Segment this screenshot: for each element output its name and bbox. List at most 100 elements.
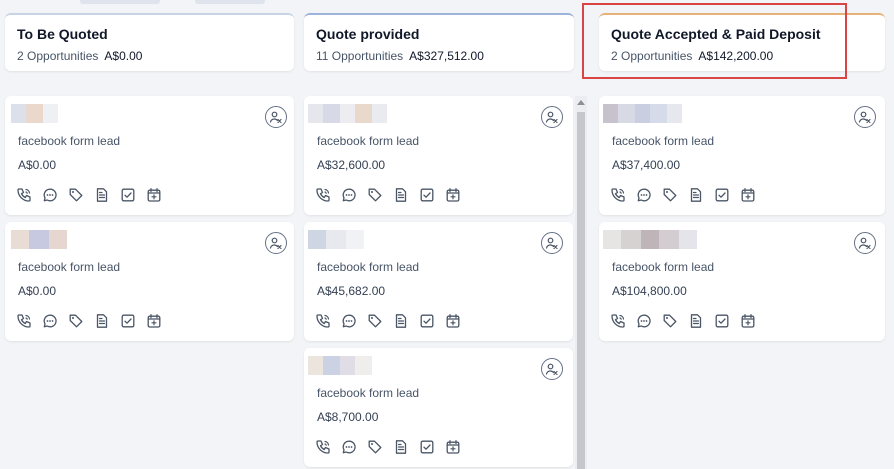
- opportunity-card[interactable]: facebook form lead A$8,700.00: [304, 348, 573, 467]
- column-total-amount: A$0.00: [104, 49, 143, 63]
- calendar-add-icon[interactable]: [740, 187, 756, 203]
- document-icon[interactable]: [393, 439, 409, 455]
- message-icon[interactable]: [636, 313, 652, 329]
- card-action-bar: [16, 313, 162, 329]
- opportunity-card[interactable]: facebook form lead A$0.00: [5, 96, 294, 215]
- opportunity-value: A$8,700.00: [317, 410, 379, 424]
- contact-name-redacted[interactable]: [308, 230, 364, 249]
- phone-icon[interactable]: [610, 313, 626, 329]
- assign-user-icon[interactable]: [541, 358, 563, 380]
- task-icon[interactable]: [714, 313, 730, 329]
- column-title: Quote Accepted & Paid Deposit: [611, 26, 821, 42]
- tag-icon[interactable]: [68, 187, 84, 203]
- tag-icon[interactable]: [662, 187, 678, 203]
- top-bar-edge-right: [195, 0, 265, 4]
- task-icon[interactable]: [419, 439, 435, 455]
- calendar-add-icon[interactable]: [146, 313, 162, 329]
- contact-name-redacted[interactable]: [603, 104, 682, 123]
- lead-source: facebook form lead: [18, 134, 121, 148]
- lead-source: facebook form lead: [612, 134, 715, 148]
- tag-icon[interactable]: [662, 313, 678, 329]
- task-icon[interactable]: [419, 313, 435, 329]
- contact-name-redacted[interactable]: [11, 230, 67, 249]
- opportunity-value: A$104,800.00: [612, 284, 687, 298]
- assign-user-icon[interactable]: [854, 106, 876, 128]
- column-opportunity-count: 2 Opportunities: [611, 49, 693, 63]
- contact-name-redacted[interactable]: [308, 356, 372, 375]
- card-action-bar: [610, 187, 756, 203]
- column-header-quote-accepted[interactable]: Quote Accepted & Paid Deposit 2 Opportun…: [599, 13, 885, 71]
- message-icon[interactable]: [341, 439, 357, 455]
- task-icon[interactable]: [120, 313, 136, 329]
- column-header-to-be-quoted[interactable]: To Be Quoted 2 Opportunities A$0.00: [5, 13, 294, 71]
- card-action-bar: [315, 313, 461, 329]
- scrollbar-thumb[interactable]: [577, 112, 585, 469]
- message-icon[interactable]: [341, 187, 357, 203]
- column-total-amount: A$142,200.00: [698, 49, 774, 63]
- column-header-quote-provided[interactable]: Quote provided 11 Opportunities A$327,512…: [304, 13, 574, 71]
- top-bar-edge-left: [80, 0, 160, 4]
- column-opportunity-count: 2 Opportunities: [17, 49, 99, 63]
- opportunity-value: A$32,600.00: [317, 158, 386, 172]
- contact-name-redacted[interactable]: [308, 104, 387, 123]
- opportunity-card[interactable]: facebook form lead A$37,400.00: [599, 96, 885, 215]
- document-icon[interactable]: [688, 187, 704, 203]
- opportunity-value: A$37,400.00: [612, 158, 681, 172]
- phone-icon[interactable]: [16, 187, 32, 203]
- opportunity-value: A$0.00: [18, 158, 57, 172]
- card-action-bar: [16, 187, 162, 203]
- card-action-bar: [610, 313, 756, 329]
- phone-icon[interactable]: [315, 439, 331, 455]
- column-scrollbar[interactable]: [575, 96, 587, 469]
- scroll-up-arrow-icon[interactable]: [577, 100, 585, 105]
- tag-icon[interactable]: [367, 187, 383, 203]
- card-action-bar: [315, 187, 461, 203]
- tag-icon[interactable]: [367, 313, 383, 329]
- opportunity-card[interactable]: facebook form lead A$45,682.00: [304, 222, 573, 341]
- document-icon[interactable]: [393, 187, 409, 203]
- opportunity-card[interactable]: facebook form lead A$0.00: [5, 222, 294, 341]
- assign-user-icon[interactable]: [541, 106, 563, 128]
- assign-user-icon[interactable]: [265, 232, 287, 254]
- calendar-add-icon[interactable]: [445, 439, 461, 455]
- message-icon[interactable]: [42, 313, 58, 329]
- phone-icon[interactable]: [16, 313, 32, 329]
- phone-icon[interactable]: [315, 313, 331, 329]
- lead-source: facebook form lead: [612, 260, 715, 274]
- opportunity-card[interactable]: facebook form lead A$104,800.00: [599, 222, 885, 341]
- calendar-add-icon[interactable]: [146, 187, 162, 203]
- lead-source: facebook form lead: [18, 260, 121, 274]
- tag-icon[interactable]: [367, 439, 383, 455]
- phone-icon[interactable]: [315, 187, 331, 203]
- column-title: To Be Quoted: [17, 26, 108, 42]
- assign-user-icon[interactable]: [541, 232, 563, 254]
- contact-name-redacted[interactable]: [11, 104, 58, 123]
- document-icon[interactable]: [688, 313, 704, 329]
- document-icon[interactable]: [393, 313, 409, 329]
- lead-source: facebook form lead: [317, 134, 420, 148]
- opportunity-card[interactable]: facebook form lead A$32,600.00: [304, 96, 573, 215]
- calendar-add-icon[interactable]: [445, 187, 461, 203]
- tag-icon[interactable]: [68, 313, 84, 329]
- task-icon[interactable]: [419, 187, 435, 203]
- column-total-amount: A$327,512.00: [409, 49, 484, 63]
- lead-source: facebook form lead: [317, 260, 420, 274]
- assign-user-icon[interactable]: [854, 232, 876, 254]
- card-action-bar: [315, 439, 461, 455]
- column-opportunity-count: 11 Opportunities: [316, 49, 404, 63]
- phone-icon[interactable]: [610, 187, 626, 203]
- contact-name-redacted[interactable]: [603, 230, 697, 249]
- calendar-add-icon[interactable]: [445, 313, 461, 329]
- opportunity-value: A$45,682.00: [317, 284, 386, 298]
- lead-source: facebook form lead: [317, 386, 420, 400]
- document-icon[interactable]: [94, 313, 110, 329]
- message-icon[interactable]: [42, 187, 58, 203]
- message-icon[interactable]: [636, 187, 652, 203]
- task-icon[interactable]: [714, 187, 730, 203]
- document-icon[interactable]: [94, 187, 110, 203]
- calendar-add-icon[interactable]: [740, 313, 756, 329]
- task-icon[interactable]: [120, 187, 136, 203]
- message-icon[interactable]: [341, 313, 357, 329]
- opportunity-value: A$0.00: [18, 284, 57, 298]
- assign-user-icon[interactable]: [265, 106, 287, 128]
